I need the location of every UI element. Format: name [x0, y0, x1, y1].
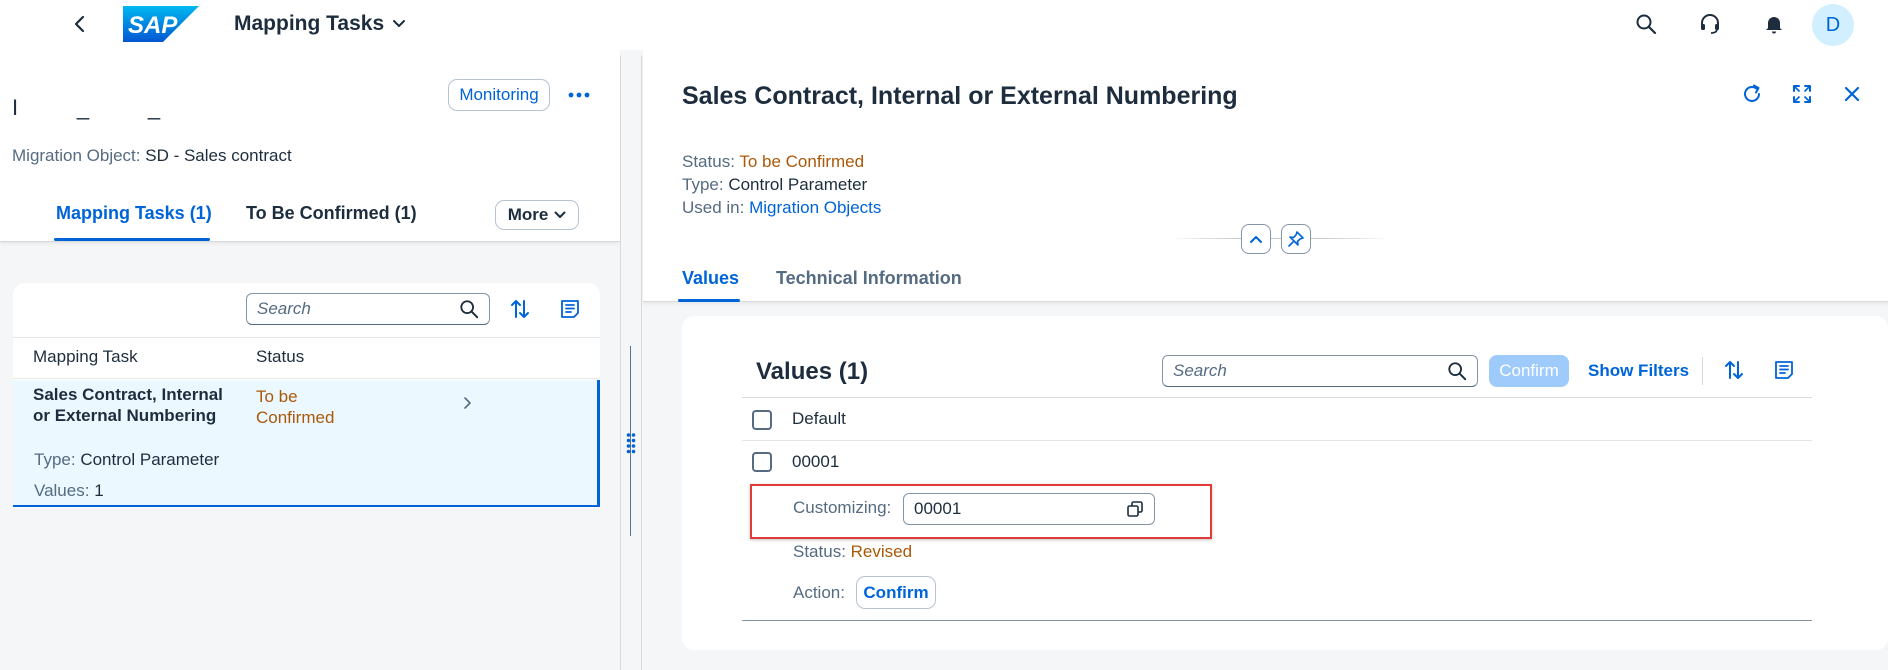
column-header-mapping-task[interactable]: Mapping Task: [33, 347, 138, 367]
back-icon: [74, 15, 85, 33]
detail-type-label: Type:: [682, 175, 724, 194]
detail-type-value: Control Parameter: [728, 175, 868, 194]
help-button[interactable]: [1688, 2, 1732, 46]
select-all-checkbox[interactable]: [752, 410, 772, 430]
tab-technical-information[interactable]: Technical Information: [776, 268, 962, 289]
values-search-input[interactable]: Search: [1162, 355, 1478, 387]
value-status-label: Status:: [793, 542, 846, 561]
sort-icon: [511, 300, 529, 318]
shell-search-button[interactable]: [1624, 2, 1668, 46]
left-sort-button[interactable]: [498, 287, 542, 331]
value-status: Status: Revised: [793, 542, 912, 562]
action-label: Action:: [793, 583, 845, 602]
collapse-header-button[interactable]: [1241, 224, 1271, 254]
more-label: More: [507, 205, 549, 224]
search-placeholder: Search: [257, 299, 311, 318]
pin-icon: [1288, 231, 1304, 247]
splitter-handle[interactable]: [624, 430, 638, 456]
confirm-button-disabled[interactable]: Confirm: [1489, 355, 1569, 387]
svg-text:SAP: SAP: [128, 12, 178, 39]
row-type: Type: Control Parameter: [34, 450, 219, 470]
tab-selected-indicator: [678, 299, 740, 302]
search-icon: [1448, 362, 1467, 381]
bell-icon: [1766, 17, 1782, 34]
chevron-up-icon: [1250, 236, 1262, 243]
row-values-label: Values:: [34, 481, 90, 500]
object-title: I _ _: [12, 95, 163, 120]
close-icon: [1844, 86, 1860, 102]
refresh-icon: [1744, 84, 1760, 102]
column-header-default: Default: [792, 409, 846, 428]
search-icon: [1636, 14, 1657, 35]
back-button[interactable]: [58, 2, 102, 46]
table-bottom-border: [742, 620, 1812, 621]
values-table-settings-button[interactable]: [1762, 348, 1806, 392]
row-values-value: 1: [94, 481, 104, 500]
show-filters-button[interactable]: Show Filters: [1588, 361, 1689, 381]
pin-header-button[interactable]: [1281, 224, 1311, 254]
detail-status: Status: To be Confirmed: [682, 152, 864, 172]
sap-logo[interactable]: SAP: [123, 6, 199, 42]
value-row-title: 00001: [792, 452, 840, 471]
toolbar-separator: [1702, 357, 1703, 385]
customizing-input[interactable]: 00001: [903, 493, 1155, 525]
sort-icon: [1725, 361, 1743, 379]
row-confirm-button[interactable]: Confirm: [856, 576, 936, 609]
tab-values[interactable]: Values: [682, 268, 739, 289]
row-checkbox[interactable]: [752, 452, 772, 472]
left-search-input[interactable]: Search: [246, 293, 490, 325]
tab-mapping-tasks[interactable]: Mapping Tasks (1): [56, 203, 212, 224]
row-values: Values: 1: [34, 481, 104, 501]
row-type-label: Type:: [34, 450, 76, 469]
chevron-down-icon: [554, 211, 566, 218]
values-table-header: [742, 397, 1812, 441]
row-type-value: Control Parameter: [80, 450, 220, 469]
close-button[interactable]: [1830, 72, 1874, 116]
overflow-button[interactable]: [558, 76, 600, 114]
notifications-button[interactable]: [1752, 2, 1796, 46]
more-tabs-button[interactable]: More: [495, 200, 579, 230]
migration-objects-link[interactable]: Migration Objects: [749, 198, 881, 217]
row-status: To be Confirmed: [256, 387, 335, 427]
row-title: Sales Contract, Internal or External Num…: [33, 385, 223, 425]
detail-type: Type: Control Parameter: [682, 175, 867, 195]
customizing-value: 00001: [914, 499, 962, 518]
more-horizontal-icon: [568, 92, 590, 98]
migration-object-value: SD - Sales contract: [145, 146, 292, 165]
search-placeholder: Search: [1173, 361, 1227, 380]
table-settings-icon: [561, 300, 579, 318]
chevron-right-icon: [462, 396, 472, 410]
customizing-label: Customizing:: [793, 498, 892, 517]
tab-to-be-confirmed[interactable]: To Be Confirmed (1): [246, 203, 417, 224]
detail-status-label: Status:: [682, 152, 735, 171]
grip-icon: [626, 433, 636, 454]
pane-splitter: [620, 56, 642, 670]
fullscreen-button[interactable]: [1780, 72, 1824, 116]
fullscreen-icon: [1793, 85, 1811, 103]
search-icon: [460, 300, 479, 319]
migration-object: Migration Object: SD - Sales contract: [12, 146, 292, 166]
refresh-button[interactable]: [1730, 72, 1774, 116]
left-table-settings-button[interactable]: [548, 287, 592, 331]
detail-title: Sales Contract, Internal or External Num…: [682, 82, 1238, 110]
copy-icon[interactable]: [1126, 500, 1144, 518]
values-title: Values (1): [756, 358, 869, 385]
detail-status-value: To be Confirmed: [739, 152, 865, 171]
detail-used-label: Used in:: [682, 198, 745, 217]
app-title: Mapping Tasks: [234, 12, 385, 35]
column-header-status[interactable]: Status: [256, 347, 304, 367]
table-settings-icon: [1775, 361, 1793, 379]
values-sort-button[interactable]: [1712, 348, 1756, 392]
value-status-value: Revised: [850, 542, 913, 561]
headset-icon: [1701, 14, 1719, 34]
header-divider: [1170, 238, 1390, 239]
detail-used-in: Used in: Migration Objects: [682, 198, 881, 218]
app-title-menu[interactable]: Mapping Tasks: [234, 12, 406, 36]
user-avatar[interactable]: D: [1812, 4, 1854, 46]
chevron-down-icon: [393, 20, 406, 27]
monitoring-button[interactable]: Monitoring: [448, 79, 550, 111]
migration-object-label: Migration Object:: [12, 146, 141, 165]
tab-selected-indicator: [54, 238, 210, 241]
